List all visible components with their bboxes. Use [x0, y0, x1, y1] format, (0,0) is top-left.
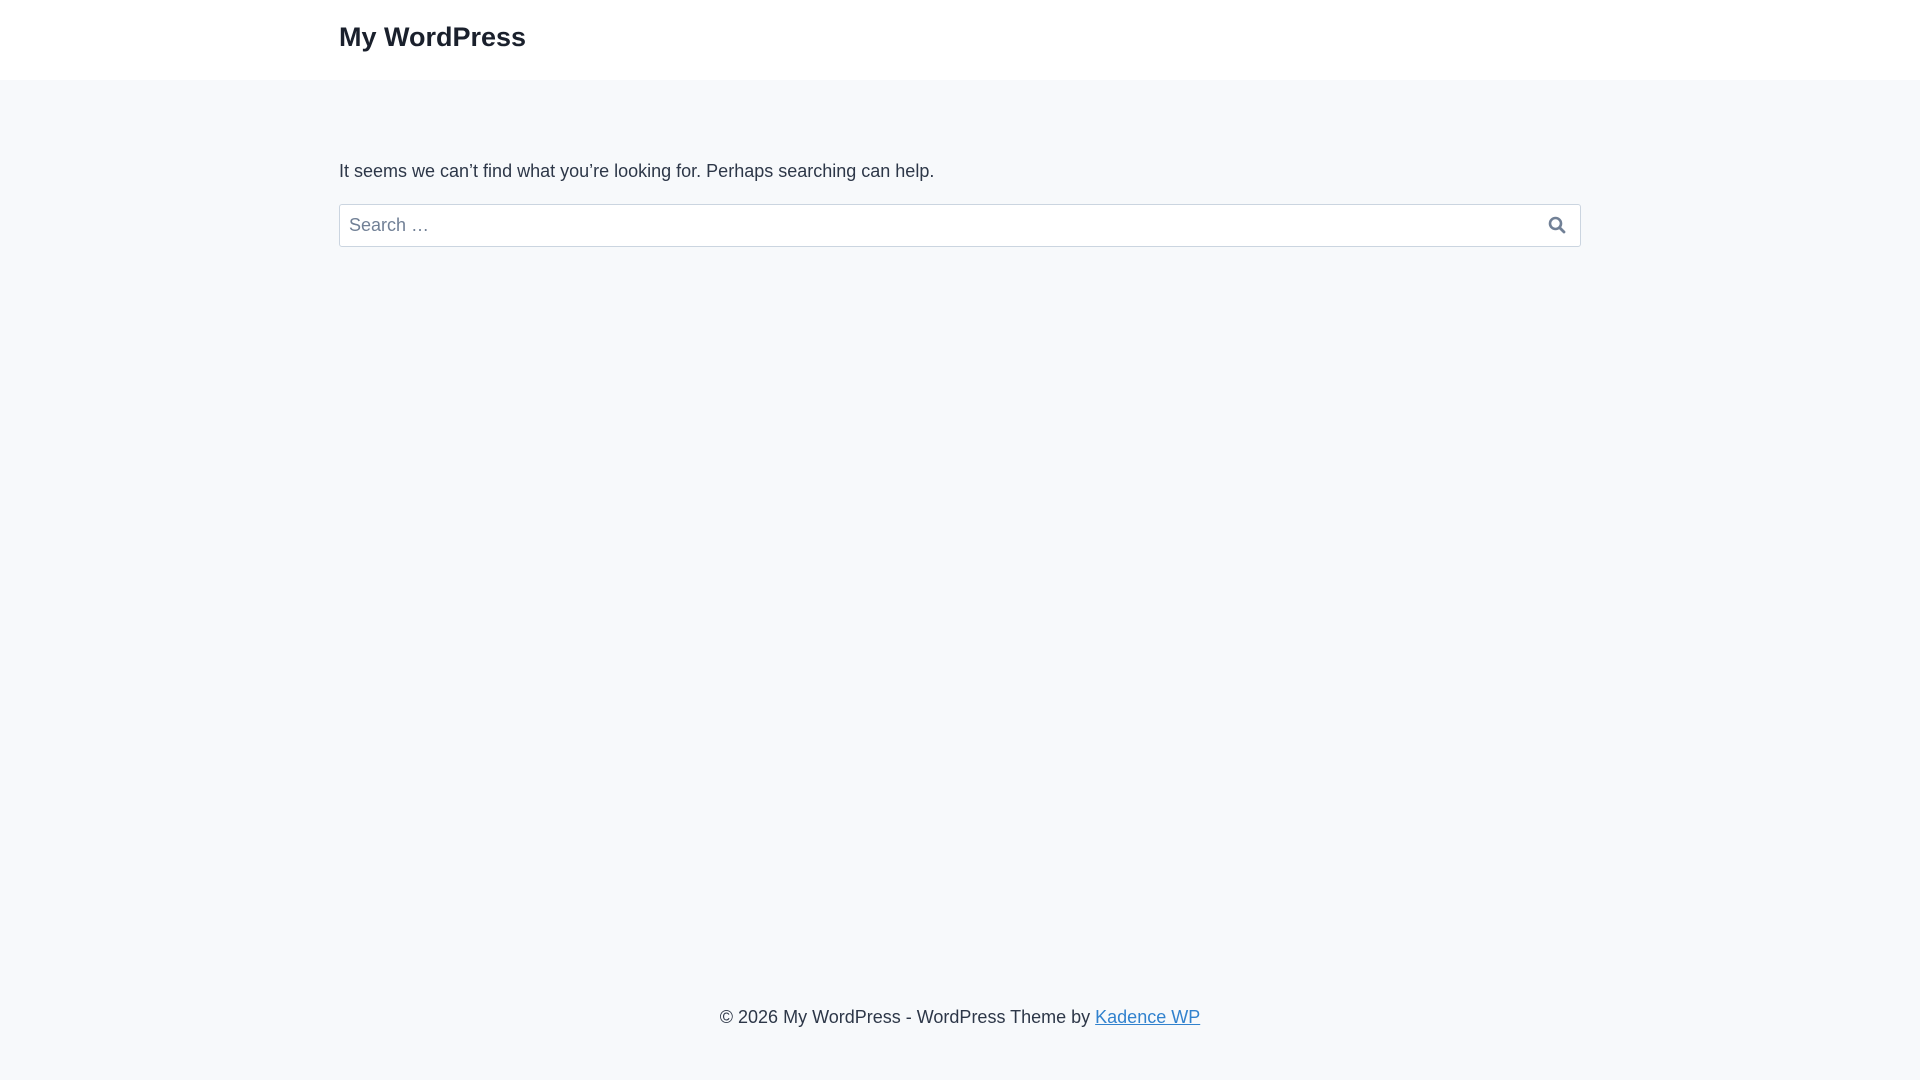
search-submit-button[interactable] [1546, 215, 1568, 237]
kadence-wp-link[interactable]: Kadence WP [1095, 1007, 1200, 1027]
site-footer: © 2026 My WordPress - WordPress Theme by… [0, 1007, 1920, 1028]
site-title-link[interactable]: My WordPress [339, 22, 526, 53]
site-header: My WordPress [0, 0, 1920, 80]
search-input[interactable] [340, 205, 1520, 246]
not-found-message: It seems we can’t find what you’re looki… [339, 161, 935, 181]
footer-credit: © 2026 My WordPress - WordPress Theme by [719, 1007, 1096, 1027]
search-icon [1548, 216, 1566, 234]
search-form [339, 204, 1581, 247]
